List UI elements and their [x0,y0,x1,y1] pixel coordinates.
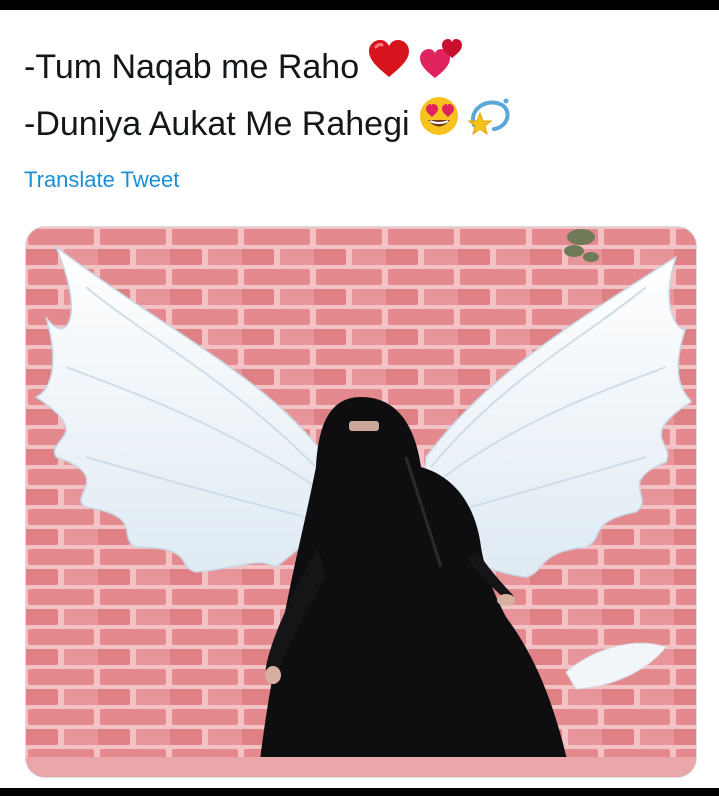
tweet-line-1: -Tum Naqab me Raho [24,38,512,95]
tweet-line-2: -Duniya Aukat Me Rahegi [24,95,512,152]
tweet-card: -Tum Naqab me Raho -Duniya Aukat Me Rahe… [0,10,719,788]
dizzy-star-icon [467,95,512,152]
tweet-line-1-text: -Tum Naqab me Raho [24,47,360,86]
tweet-photo [26,227,696,777]
heart-eyes-emoji-icon [418,95,460,152]
tweet-line-2-text: -Duniya Aukat Me Rahegi [24,104,410,143]
translate-tweet-link[interactable]: Translate Tweet [24,167,179,193]
two-hearts-icon [419,38,463,95]
tweet-image[interactable] [25,226,697,778]
red-heart-icon [367,39,411,94]
tweet-text: -Tum Naqab me Raho -Duniya Aukat Me Rahe… [24,38,512,152]
